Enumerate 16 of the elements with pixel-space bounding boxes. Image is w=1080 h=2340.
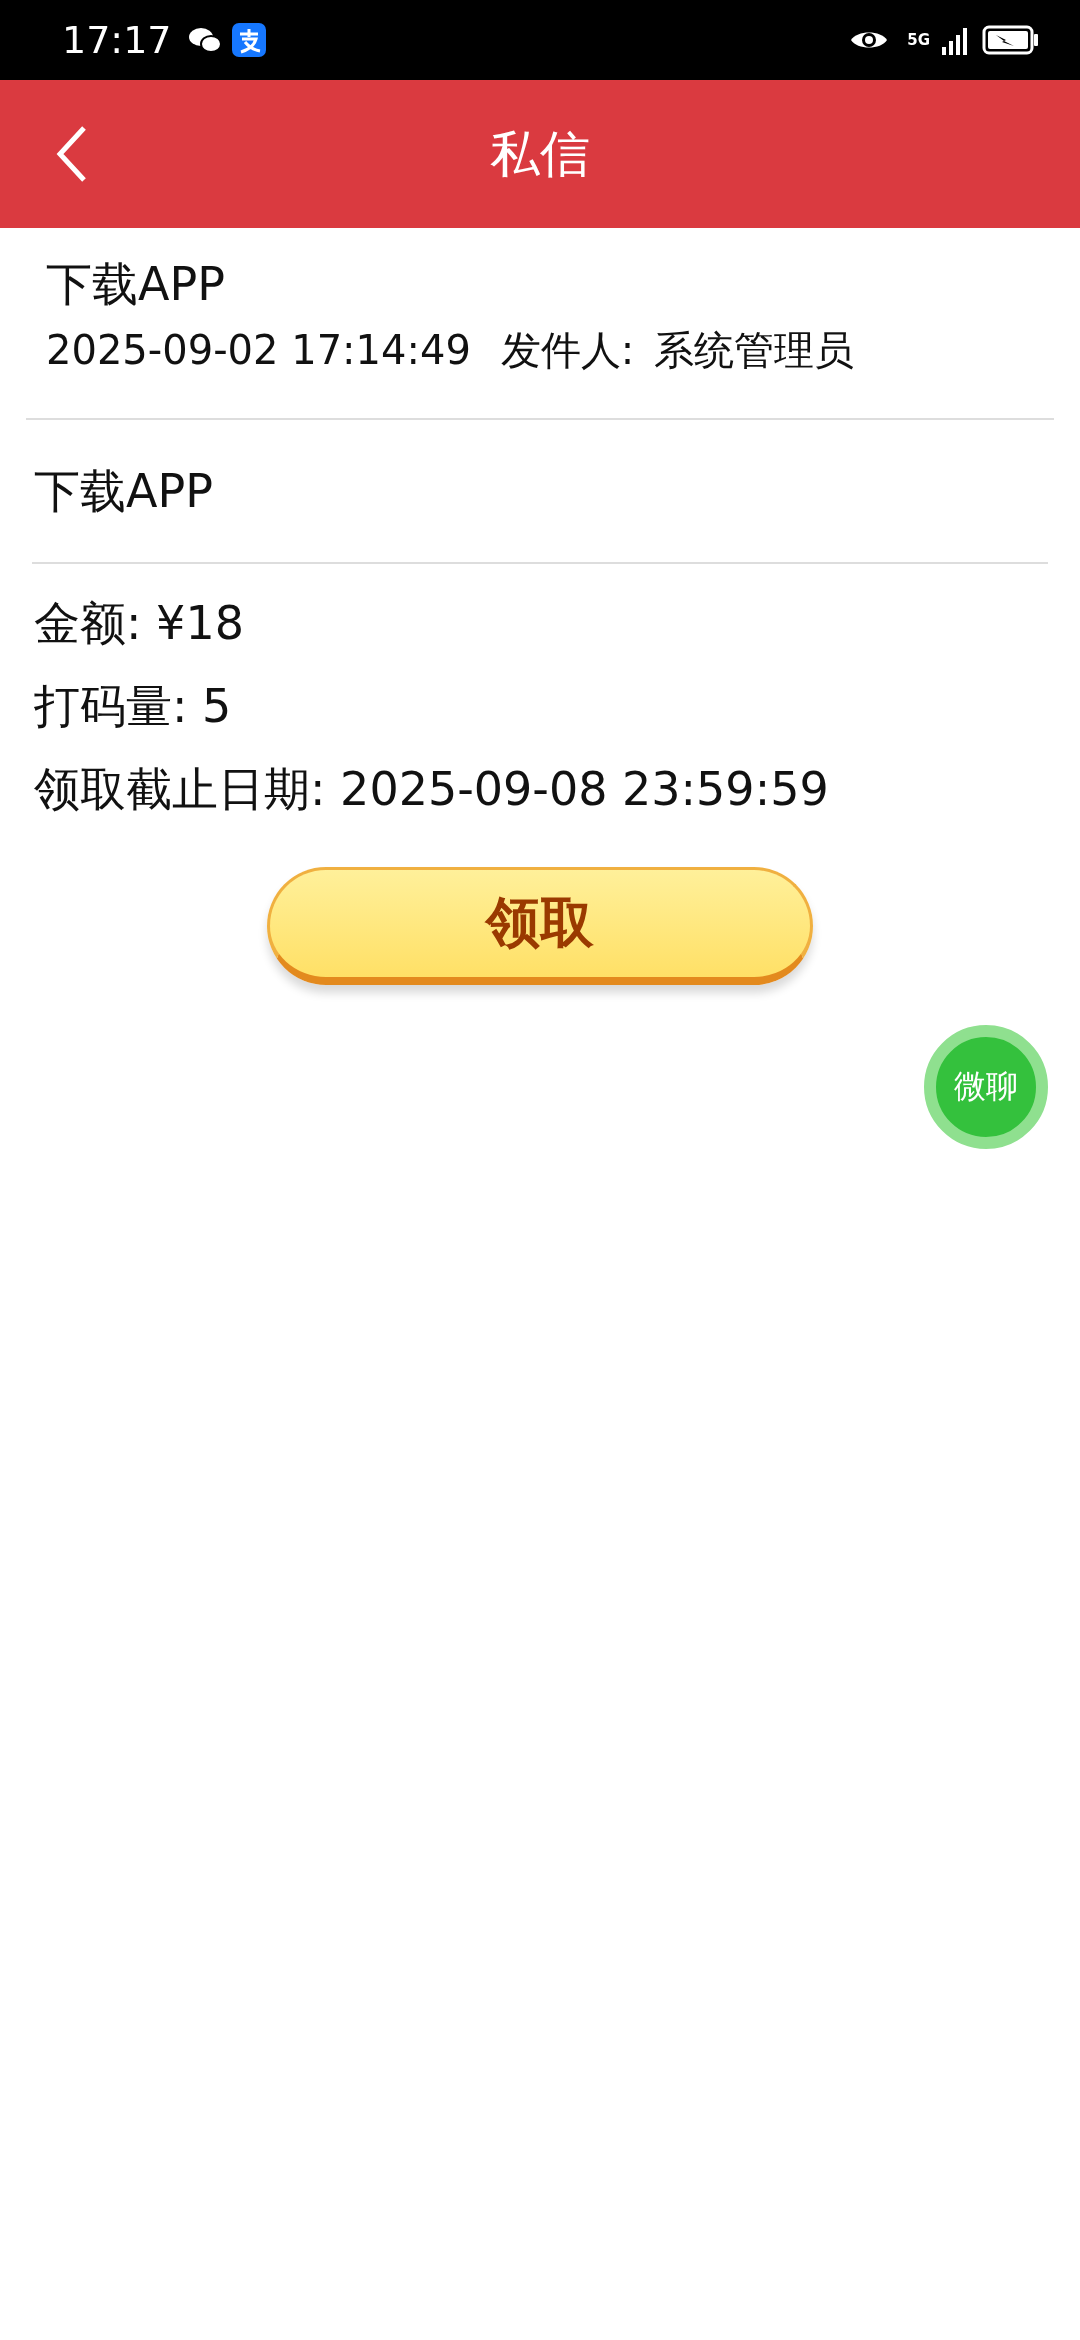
message-subject: 下载APP — [46, 256, 226, 313]
page-title: 私信 — [490, 123, 590, 185]
message-timestamp: 2025-09-02 17:14:49 — [46, 326, 471, 375]
detail-line: 金额: ¥18 — [34, 595, 245, 652]
status-time: 17:17 — [62, 18, 172, 62]
chat-icon — [187, 26, 222, 54]
detail-line: 领取截止日期: 2025-09-08 23:59:59 — [34, 761, 830, 818]
network-type: 5G — [907, 31, 930, 49]
sender-name: 系统管理员 — [654, 326, 855, 375]
battery-icon — [982, 25, 1040, 55]
detail-line: 打码量: 5 — [34, 678, 233, 735]
message-title: 下载APP — [33, 463, 214, 520]
back-icon[interactable] — [56, 126, 88, 182]
sender-label: 发件人: — [500, 326, 635, 375]
claim-button[interactable]: 领取 — [267, 867, 813, 985]
pay-app-icon — [231, 23, 266, 57]
